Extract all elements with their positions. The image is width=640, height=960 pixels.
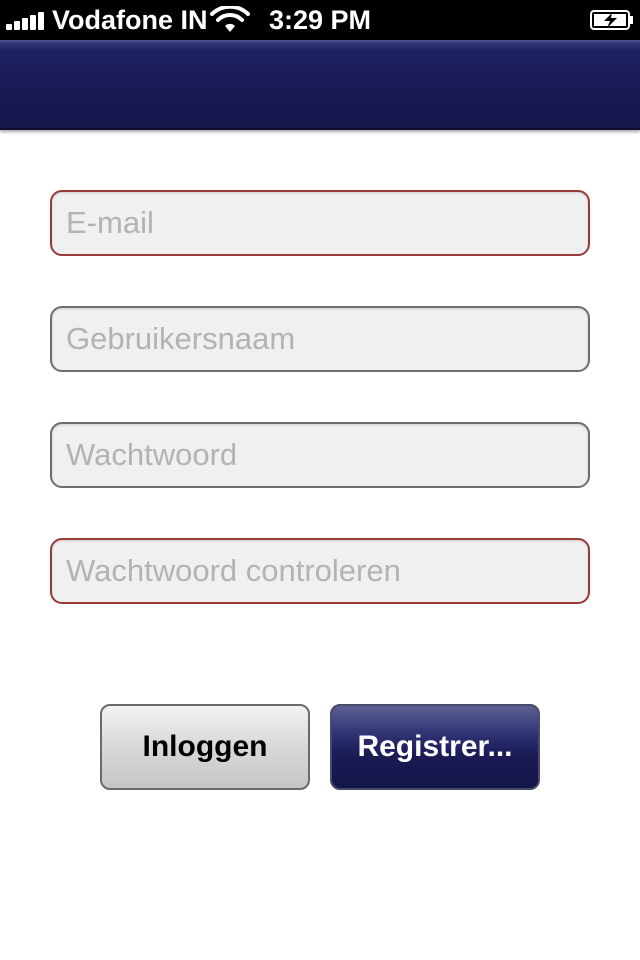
nav-bar-highlight <box>0 40 640 42</box>
username-input[interactable] <box>52 308 588 370</box>
password-confirm-input[interactable] <box>52 540 588 602</box>
username-field[interactable] <box>50 306 590 372</box>
email-input[interactable] <box>52 192 588 254</box>
status-bar: Vodafone IN 3:29 PM <box>0 0 640 40</box>
navigation-bar <box>0 40 640 130</box>
password-field[interactable] <box>50 422 590 488</box>
login-button[interactable]: Inloggen <box>100 704 310 790</box>
register-button[interactable]: Registrer... <box>330 704 540 790</box>
password-input[interactable] <box>52 424 588 486</box>
battery-charging-icon <box>590 10 633 30</box>
email-field[interactable] <box>50 190 590 256</box>
password-confirm-field[interactable] <box>50 538 590 604</box>
status-time: 3:29 PM <box>268 5 372 35</box>
